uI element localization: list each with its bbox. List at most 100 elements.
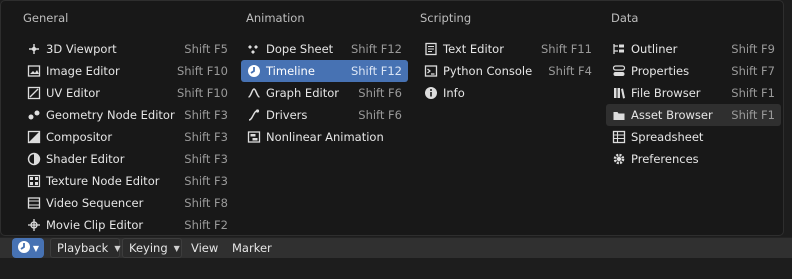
menu-item-shortcut: Shift F12: [350, 42, 402, 56]
view-menu[interactable]: View: [191, 238, 218, 258]
menu-items-animation: Dope Sheet Shift F12 Timeline Shift F12 Grap…: [241, 38, 408, 148]
menu-item-texture-node-editor[interactable]: Texture Node Editor Shift F3: [21, 170, 234, 192]
info-icon: [423, 85, 439, 101]
menu-item-label: File Browser: [631, 86, 701, 100]
text-editor-icon: [423, 41, 439, 57]
menu-item-timeline[interactable]: Timeline Shift F12: [241, 60, 408, 82]
column-title-data: Data: [611, 11, 639, 25]
menu-item-shortcut: Shift F6: [358, 108, 402, 122]
menu-item-label: Movie Clip Editor: [46, 218, 144, 232]
menu-item-properties[interactable]: Properties Shift F7: [606, 60, 781, 82]
menu-item-outliner[interactable]: Outliner Shift F9: [606, 38, 781, 60]
menu-item-label: Compositor: [46, 130, 113, 144]
menu-item-label: Properties: [631, 64, 690, 78]
menu-item-label: Python Console: [443, 64, 533, 78]
editor-type-button[interactable]: ▼: [12, 238, 44, 258]
view-label: View: [191, 241, 219, 255]
drivers-icon: [246, 107, 262, 123]
texture-icon: [26, 173, 42, 189]
keying-menu[interactable]: Keying ▼: [122, 238, 182, 258]
menu-item-label: Video Sequencer: [46, 196, 144, 210]
timeline-area: [0, 258, 792, 279]
menu-item-shortcut: Shift F10: [176, 64, 228, 78]
properties-icon: [611, 63, 627, 79]
menu-item-shortcut: Shift F1: [731, 86, 775, 100]
menu-item-label: Preferences: [631, 152, 699, 166]
menu-item-preferences[interactable]: Preferences: [606, 148, 781, 170]
playback-label: Playback: [57, 241, 109, 255]
menu-items-general: 3D Viewport Shift F5 Image Editor Shift F10…: [21, 38, 234, 236]
menu-item-spreadsheet[interactable]: Spreadsheet: [606, 126, 781, 148]
file-browser-icon: [611, 85, 627, 101]
console-icon: [423, 63, 439, 79]
menu-item-label: Asset Browser: [631, 108, 713, 122]
shader-icon: [26, 151, 42, 167]
menu-item-label: Text Editor: [443, 42, 504, 56]
chevron-down-icon: ▼: [173, 243, 180, 253]
menu-item-graph-editor[interactable]: Graph Editor Shift F6: [241, 82, 408, 104]
menu-item-asset-browser[interactable]: Asset Browser Shift F1: [606, 104, 781, 126]
menu-item-shortcut: Shift F3: [184, 108, 228, 122]
marker-menu[interactable]: Marker: [232, 238, 272, 258]
menu-item-shortcut: Shift F6: [358, 86, 402, 100]
menu-item-movie-clip-editor[interactable]: Movie Clip Editor Shift F2: [21, 214, 234, 236]
menu-item-compositor[interactable]: Compositor Shift F3: [21, 126, 234, 148]
menu-item-label: Spreadsheet: [631, 130, 704, 144]
3d-viewport-icon: [26, 41, 42, 57]
menu-item-label: Image Editor: [46, 64, 120, 78]
dope-sheet-icon: [246, 41, 262, 57]
movie-clip-icon: [26, 217, 42, 233]
menu-item-shortcut: Shift F8: [184, 196, 228, 210]
menu-item-label: Outliner: [631, 42, 678, 56]
preferences-icon: [611, 151, 627, 167]
menu-item-label: Dope Sheet: [266, 42, 334, 56]
column-title-scripting: Scripting: [420, 11, 472, 25]
menu-item-nonlinear-animation[interactable]: Nonlinear Animation: [241, 126, 408, 148]
menu-item-drivers[interactable]: Drivers Shift F6: [241, 104, 408, 126]
menu-item-label: Drivers: [266, 108, 308, 122]
image-icon: [26, 63, 42, 79]
menu-item-uv-editor[interactable]: UV Editor Shift F10: [21, 82, 234, 104]
timeline-header: ▼ Playback ▼ Keying ▼ View Marker: [0, 237, 792, 258]
menu-item-3d-viewport[interactable]: 3D Viewport Shift F5: [21, 38, 234, 60]
timeline-icon: [17, 240, 31, 257]
column-title-general: General: [23, 11, 69, 25]
menu-items-scripting: Text Editor Shift F11 Python Console Shift …: [418, 38, 598, 104]
nla-icon: [246, 129, 262, 145]
spreadsheet-icon: [611, 129, 627, 145]
uv-icon: [26, 85, 42, 101]
menu-item-shortcut: Shift F10: [176, 86, 228, 100]
column-title-animation: Animation: [246, 11, 305, 25]
menu-item-file-browser[interactable]: File Browser Shift F1: [606, 82, 781, 104]
menu-item-python-console[interactable]: Python Console Shift F4: [418, 60, 598, 82]
editor-type-menu: General 3D Viewport Shift F5 Image Editor S…: [0, 0, 784, 236]
menu-item-image-editor[interactable]: Image Editor Shift F10: [21, 60, 234, 82]
menu-item-label: Graph Editor: [266, 86, 339, 100]
menu-item-shortcut: Shift F5: [184, 42, 228, 56]
menu-item-shortcut: Shift F12: [350, 64, 402, 78]
marker-label: Marker: [232, 241, 272, 255]
menu-item-shortcut: Shift F3: [184, 174, 228, 188]
menu-item-label: Shader Editor: [46, 152, 125, 166]
menu-item-label: Info: [443, 86, 465, 100]
menu-item-info[interactable]: Info: [418, 82, 598, 104]
menu-item-geometry-node-editor[interactable]: Geometry Node Editor Shift F3: [21, 104, 234, 126]
video-sequencer-icon: [26, 195, 42, 211]
menu-item-shortcut: Shift F9: [731, 42, 775, 56]
geometry-nodes-icon: [26, 107, 42, 123]
menu-item-text-editor[interactable]: Text Editor Shift F11: [418, 38, 598, 60]
menu-item-shortcut: Shift F2: [184, 218, 228, 232]
menu-item-label: 3D Viewport: [46, 42, 117, 56]
menu-item-shader-editor[interactable]: Shader Editor Shift F3: [21, 148, 234, 170]
playback-menu[interactable]: Playback ▼: [50, 238, 120, 258]
keying-label: Keying: [129, 241, 168, 255]
menu-item-shortcut: Shift F4: [548, 64, 592, 78]
chevron-down-icon: ▼: [114, 243, 121, 253]
menu-item-video-sequencer[interactable]: Video Sequencer Shift F8: [21, 192, 234, 214]
menu-item-label: Nonlinear Animation: [266, 130, 384, 144]
menu-item-shortcut: Shift F11: [540, 42, 592, 56]
menu-item-label: UV Editor: [46, 86, 100, 100]
asset-browser-icon: [611, 107, 627, 123]
menu-item-dope-sheet[interactable]: Dope Sheet Shift F12: [241, 38, 408, 60]
outliner-icon: [611, 41, 627, 57]
